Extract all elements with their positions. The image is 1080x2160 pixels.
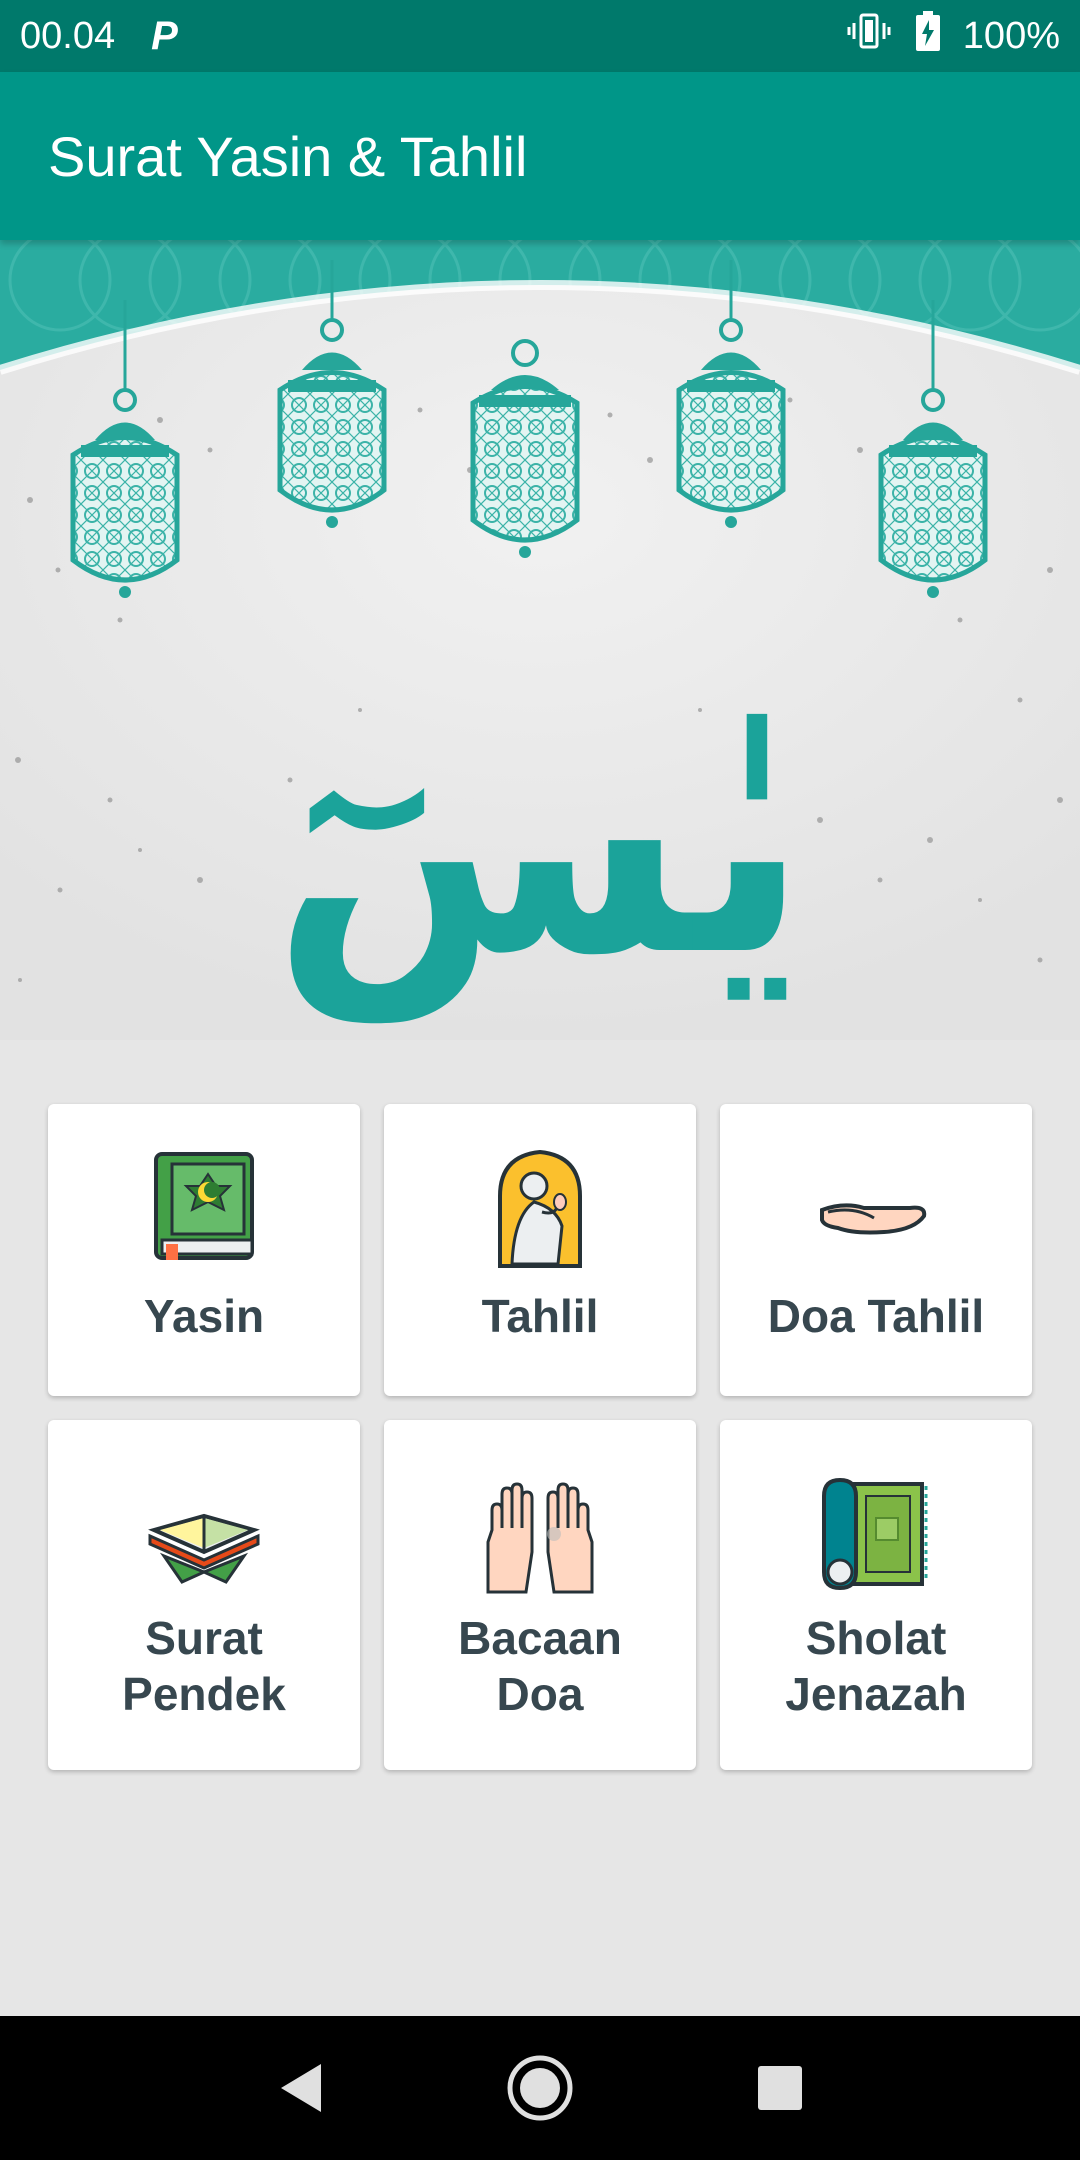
hero-banner: يٰسٓ <box>0 240 1080 1040</box>
app-title: Surat Yasin & Tahlil <box>48 124 528 188</box>
menu-card-doa-tahlil[interactable]: Doa Tahlil <box>720 1104 1032 1396</box>
prayer-mat-icon <box>822 1477 928 1591</box>
menu-grid: Yasin Tahlil Doa Tahlil Surat Pendek Bac… <box>48 1104 1032 1770</box>
back-triangle-icon <box>281 2064 321 2112</box>
open-quran-stand-icon <box>148 1513 260 1584</box>
battery-charging-icon <box>915 10 941 62</box>
menu-label-tahlil: Tahlil <box>481 1290 599 1342</box>
menu-label-doa-tahlil: Doa Tahlil <box>767 1290 985 1342</box>
yasin-calligraphy: يٰسٓ <box>272 672 809 1025</box>
home-circle-icon <box>507 2055 573 2121</box>
menu-label-yasin: Yasin <box>143 1290 265 1342</box>
menu-card-sholat-jenazah[interactable]: Sholat Jenazah <box>720 1420 1032 1770</box>
back-button[interactable] <box>260 2048 340 2128</box>
navigation-bar <box>0 2016 1080 2160</box>
recents-square-icon <box>758 2066 802 2110</box>
menu-label-sholat-jenazah: Sholat Jenazah <box>785 1612 967 1720</box>
menu-card-bacaan-doa[interactable]: Bacaan Doa <box>384 1420 696 1770</box>
open-hand-icon <box>820 1203 927 1235</box>
menu-label-surat-pendek: Surat Pendek <box>122 1612 286 1720</box>
quran-book-icon <box>154 1152 254 1260</box>
praying-hands-icon <box>486 1482 594 1594</box>
status-bar: 00.04 P 100% <box>0 0 1080 72</box>
app-bar: Surat Yasin & Tahlil <box>0 72 1080 240</box>
praying-man-icon <box>498 1149 582 1268</box>
home-button[interactable] <box>500 2048 580 2128</box>
menu-card-yasin[interactable]: Yasin <box>48 1104 360 1396</box>
battery-percentage: 100% <box>962 14 1060 57</box>
menu-label-bacaan-doa: Bacaan Doa <box>458 1612 622 1720</box>
vibrate-icon <box>845 11 893 61</box>
parking-notification-icon: P <box>151 13 178 58</box>
menu-card-tahlil[interactable]: Tahlil <box>384 1104 696 1396</box>
menu-card-surat-pendek[interactable]: Surat Pendek <box>48 1420 360 1770</box>
recents-button[interactable] <box>740 2048 820 2128</box>
status-time: 00.04 <box>20 14 116 57</box>
